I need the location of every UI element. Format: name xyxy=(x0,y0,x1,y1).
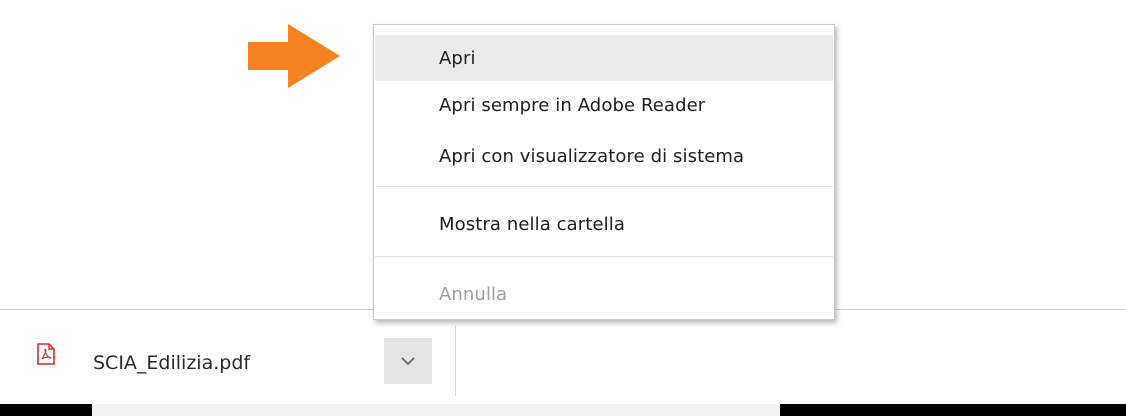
shelf-divider xyxy=(455,326,456,396)
menu-item-open-system-viewer[interactable]: Apri con visualizzatore di sistema xyxy=(375,133,833,179)
taskbar-light-segment xyxy=(92,404,780,416)
orange-arrow-icon xyxy=(248,24,340,88)
taskbar-strip xyxy=(0,404,1126,416)
menu-item-always-open-adobe-reader[interactable]: Apri sempre in Adobe Reader xyxy=(375,82,833,128)
menu-item-open[interactable]: Apri xyxy=(375,35,833,81)
menu-separator xyxy=(375,256,833,257)
pdf-icon xyxy=(37,343,55,365)
chevron-down-icon xyxy=(401,357,415,366)
download-file-name[interactable]: SCIA_Edilizia.pdf xyxy=(93,352,250,374)
download-context-menu: Apri Apri sempre in Adobe Reader Apri co… xyxy=(373,24,835,320)
download-menu-button[interactable] xyxy=(384,338,432,384)
menu-item-show-in-folder[interactable]: Mostra nella cartella xyxy=(375,201,833,247)
menu-separator xyxy=(375,186,833,187)
menu-item-cancel: Annulla xyxy=(439,283,508,305)
